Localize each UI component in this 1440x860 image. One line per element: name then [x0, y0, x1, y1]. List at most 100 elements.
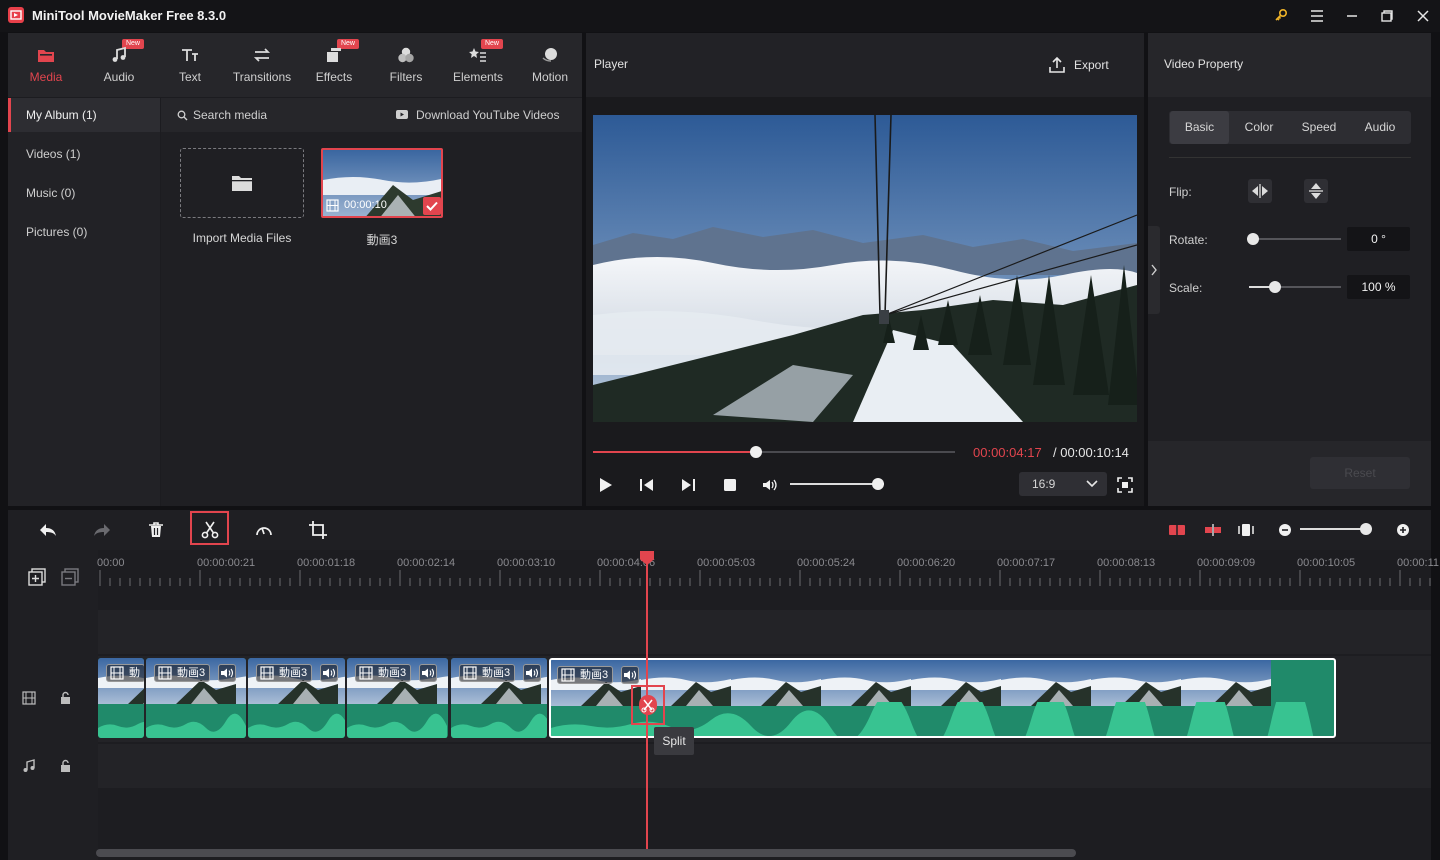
reset-button[interactable]: Reset [1310, 457, 1410, 489]
menu-icon[interactable] [1308, 7, 1326, 25]
clip-audio-icon[interactable] [218, 664, 236, 682]
zoom-in-button[interactable] [1393, 520, 1413, 540]
timeline-clip[interactable]: 動画3 [248, 658, 345, 738]
download-youtube-button[interactable]: Download YouTube Videos [416, 108, 559, 122]
flip-vertical-button[interactable] [1304, 179, 1328, 203]
clip-audio-icon[interactable] [621, 666, 639, 684]
zoom-out-button[interactable] [1275, 520, 1295, 540]
progress-knob[interactable] [749, 446, 762, 458]
add-track-button[interactable] [28, 568, 46, 586]
tab-elements[interactable]: New Elements [443, 33, 513, 97]
panel-collapse-handle[interactable] [1148, 226, 1160, 314]
film-icon [110, 666, 124, 680]
album-item-my-album[interactable]: My Album (1) [8, 98, 160, 132]
flip-vertical-icon [1309, 183, 1323, 199]
album-item-videos[interactable]: Videos (1) [8, 137, 160, 171]
clip-audio-icon[interactable] [419, 664, 437, 682]
skip-back-icon [640, 479, 653, 491]
film-icon [561, 668, 575, 682]
speaker-icon [422, 668, 435, 678]
audio-waveform [98, 713, 144, 738]
tab-basic[interactable]: Basic [1170, 111, 1229, 144]
timeline-clip-selected[interactable]: 動画3 [549, 658, 1336, 738]
tab-speed[interactable]: Speed [1289, 111, 1349, 144]
clip-label: 動画3 [459, 664, 516, 682]
ruler-tick-label: 00:00:00:21 [197, 557, 256, 569]
tab-filters[interactable]: Filters [371, 33, 441, 97]
speaker-icon [323, 668, 336, 678]
rotate-value-input[interactable]: 0 ° [1347, 227, 1410, 251]
tab-effects[interactable]: New Effects [299, 33, 369, 97]
tab-audio-label: Audio [103, 70, 135, 84]
tab-color[interactable]: Color [1229, 111, 1289, 144]
tab-text[interactable]: Text [155, 33, 225, 97]
previous-frame-button[interactable] [638, 476, 656, 494]
split-button[interactable] [200, 520, 220, 540]
progress-fill [593, 451, 756, 453]
rotate-slider-knob[interactable] [1247, 233, 1259, 245]
video-property-title: Video Property [1164, 57, 1244, 71]
audio-detach-button[interactable] [1167, 520, 1187, 540]
snap-button[interactable] [1236, 520, 1256, 540]
search-media-input[interactable]: Search media [193, 108, 267, 122]
tab-effects-label: Effects [315, 70, 353, 84]
timeline-scrollbar[interactable] [96, 849, 1076, 857]
media-clip-name: 動画3 [366, 233, 398, 247]
clip-audio-icon[interactable] [320, 664, 338, 682]
scale-value-input[interactable]: 100 % [1347, 275, 1410, 299]
volume-button[interactable] [761, 476, 779, 494]
property-divider [1169, 157, 1411, 158]
tab-motion[interactable]: Motion [515, 33, 585, 97]
play-icon [600, 478, 612, 492]
tab-filters-label: Filters [389, 70, 423, 84]
audio-track-lock-icon[interactable] [59, 759, 72, 773]
fullscreen-button[interactable] [1116, 476, 1134, 494]
stop-button[interactable] [721, 476, 739, 494]
zoom-slider-knob[interactable] [1359, 523, 1372, 535]
import-media-button[interactable] [180, 148, 304, 218]
clip-audio-icon[interactable] [523, 664, 541, 682]
tab-transitions[interactable]: Transitions [227, 33, 297, 97]
split-tooltip: Split [654, 727, 694, 755]
ruler-tick-label: 00:00:03:10 [497, 557, 556, 569]
volume-slider[interactable] [790, 483, 884, 485]
play-button[interactable] [597, 476, 615, 494]
album-item-pictures[interactable]: Pictures (0) [8, 215, 160, 249]
timeline-clip[interactable]: 動画3 [146, 658, 246, 738]
timeline-clip[interactable]: 動 [98, 658, 144, 738]
split-marker-scissors-icon[interactable] [639, 695, 657, 715]
maximize-icon[interactable] [1378, 7, 1396, 25]
fit-timeline-button[interactable] [1203, 520, 1223, 540]
undo-button[interactable] [38, 520, 58, 540]
scale-slider-knob[interactable] [1268, 281, 1281, 293]
youtube-download-icon[interactable] [395, 108, 409, 122]
video-track-lock-icon[interactable] [59, 691, 72, 705]
timeline-clip[interactable]: 動画3 [347, 658, 448, 738]
album-item-music[interactable]: Music (0) [8, 176, 160, 210]
key-icon[interactable] [1272, 7, 1290, 25]
minimize-icon[interactable] [1343, 7, 1361, 25]
split-marker-highlight[interactable] [631, 685, 665, 725]
search-icon[interactable] [177, 110, 188, 121]
rotate-slider[interactable] [1249, 238, 1341, 240]
export-label[interactable]: Export [1074, 58, 1109, 72]
crop-button[interactable] [308, 520, 328, 540]
tab-audio[interactable]: New Audio [84, 33, 154, 97]
close-icon[interactable] [1414, 7, 1432, 25]
timeline-ruler[interactable] [98, 550, 1431, 590]
delete-button[interactable] [146, 520, 166, 540]
tab-audio[interactable]: Audio [1349, 111, 1411, 144]
track-headers [8, 550, 98, 860]
video-track-icon [22, 691, 36, 705]
ruler-tick-label: 00:00:10:05 [1297, 557, 1356, 569]
ruler-tick-label: 00:00:09:09 [1197, 557, 1256, 569]
flip-horizontal-button[interactable] [1248, 179, 1272, 203]
next-frame-button[interactable] [679, 476, 697, 494]
timeline-clip[interactable]: 動画3 [451, 658, 547, 738]
export-icon [1049, 56, 1065, 73]
tab-media[interactable]: Media [11, 33, 81, 97]
speed-button[interactable] [254, 520, 274, 540]
stop-icon [724, 479, 736, 491]
remove-track-button[interactable] [61, 568, 79, 586]
redo-button[interactable] [92, 520, 112, 540]
